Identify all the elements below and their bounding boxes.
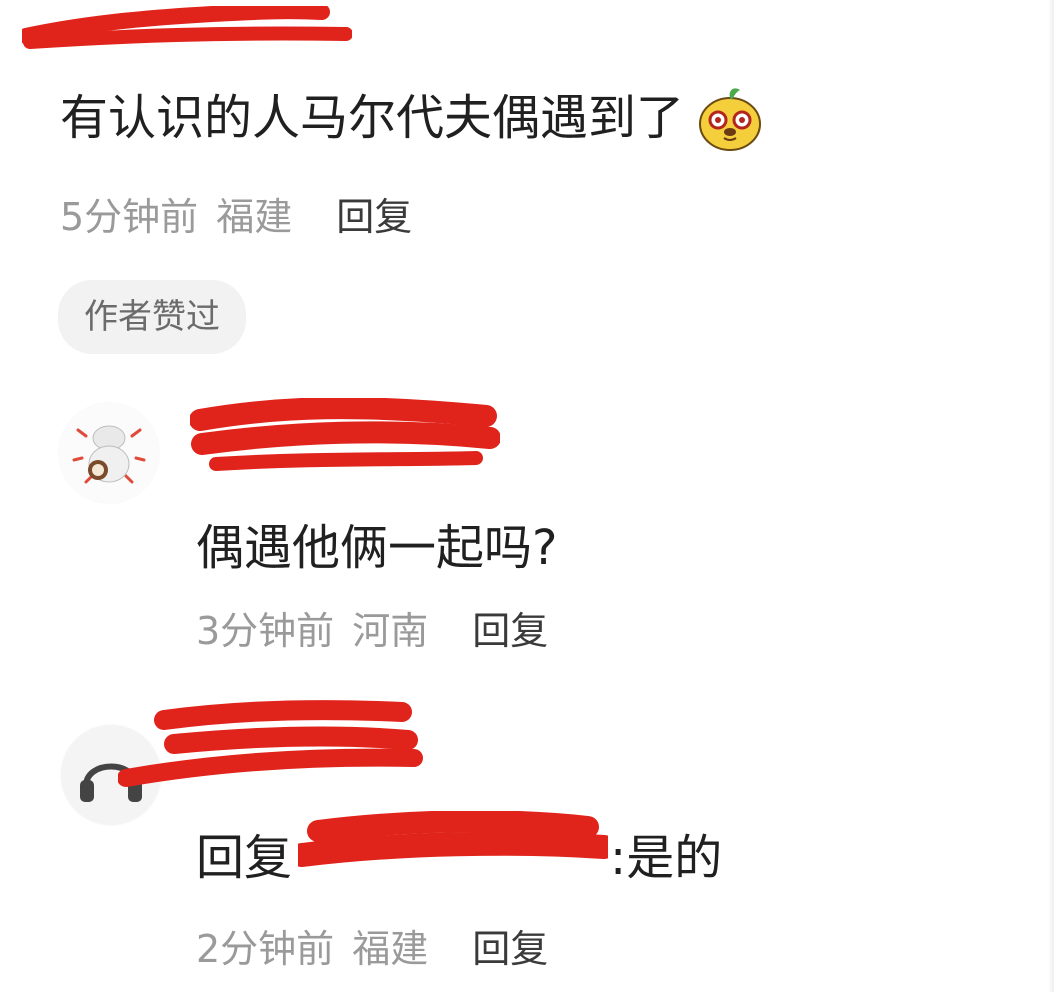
mango-face-emoji-icon [699,88,762,151]
reply-button[interactable]: 回复 [472,600,548,655]
comment-text: 有认识的人马尔代夫偶遇到了 [60,82,766,154]
reply-time: 3分钟前 [196,609,335,653]
reply-meta: 2分钟前 福建 回复 [196,918,548,973]
reply-suffix: :是的 [610,830,723,886]
comment-time: 5分钟前 [60,195,199,239]
reply-text: 回复 :是的 [196,811,723,888]
cartoon-character-avatar-icon [59,403,159,503]
mentioned-user-redacted [292,811,610,883]
avatar[interactable] [58,402,160,504]
reply-location: 福建 [352,927,429,971]
author-liked-badge: 作者赞过 [58,280,246,354]
comment-meta: 5分钟前 福建 回复 [60,186,412,241]
reply-prefix: 回复 [196,830,293,886]
mention-redaction-mark [298,811,609,867]
reply-button[interactable]: 回复 [336,186,412,241]
reply-text: 偶遇他俩一起吗? [196,520,558,576]
reply-location: 河南 [352,609,429,653]
reply-meta: 3分钟前 河南 回复 [196,600,548,655]
comment-body: 有认识的人马尔代夫偶遇到了 [60,90,685,146]
reply-user-name-redacted [118,700,423,787]
reply-time: 2分钟前 [196,927,335,971]
comment-location: 福建 [216,195,293,239]
reply-user-name-redacted [190,398,500,471]
reply-button[interactable]: 回复 [472,918,548,973]
screen-edge [1048,0,1054,992]
commenter-name-redacted [22,6,352,49]
